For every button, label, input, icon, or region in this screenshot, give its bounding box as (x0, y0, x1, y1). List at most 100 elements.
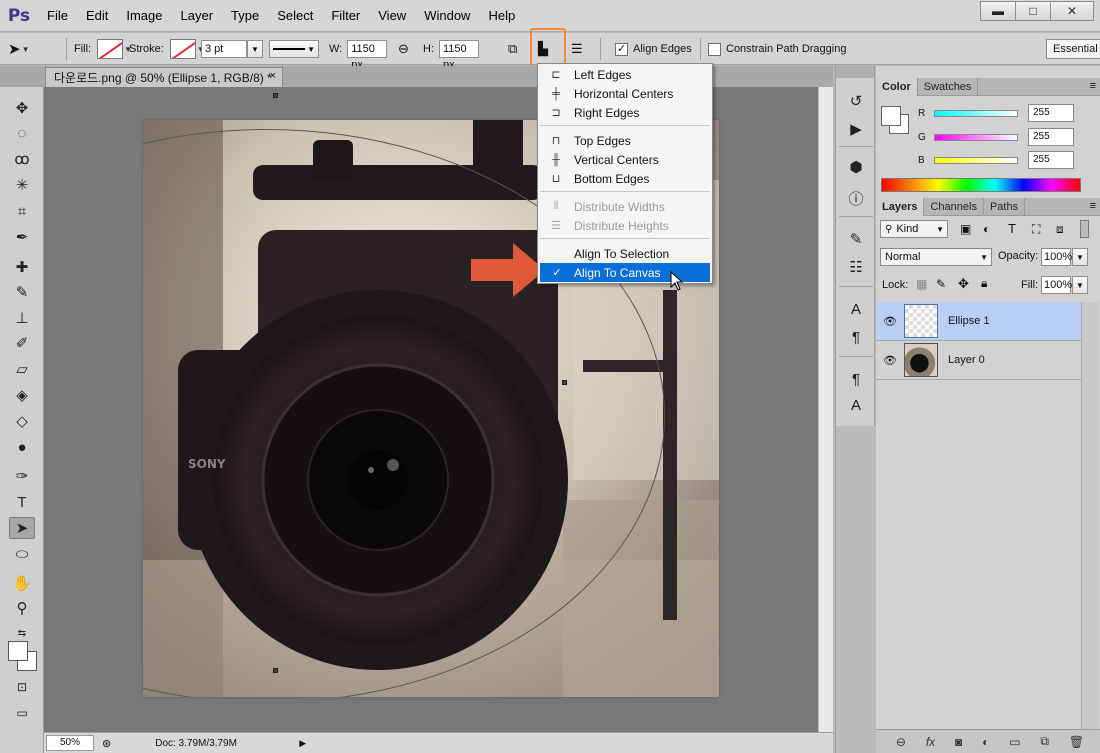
menu-item-vertical-centers[interactable]: ╫ Vertical Centers (538, 150, 712, 169)
menu-item-left-edges[interactable]: ⊏ Left Edges (538, 65, 712, 84)
red-slider[interactable] (934, 109, 1018, 117)
new-layer-icon[interactable]: ⧉ (1040, 734, 1049, 749)
link-layers-icon[interactable]: ⊖ (896, 735, 906, 749)
hand-tool-icon[interactable]: ✋ (9, 572, 35, 594)
blue-slider[interactable] (934, 156, 1018, 164)
add-mask-icon[interactable]: ◙ (955, 735, 962, 749)
link-icon[interactable]: ⊖ (398, 41, 409, 57)
healing-brush-tool-icon[interactable]: ✚ (9, 256, 35, 278)
layer-style-icon[interactable]: fx (926, 735, 935, 749)
fill-swatch[interactable] (97, 39, 124, 59)
menu-edit[interactable]: Edit (77, 0, 117, 32)
layer-row-layer-0[interactable]: 👁︎ Layer 0 (876, 341, 1081, 380)
filter-pixel-icon[interactable]: ▣ (960, 222, 971, 236)
layer-name[interactable]: Ellipse 1 (948, 315, 990, 327)
close-button[interactable]: ✕ (1050, 1, 1094, 21)
menu-layer[interactable]: Layer (172, 0, 223, 32)
pen-tool-icon[interactable]: ✑ (9, 465, 35, 487)
menu-file[interactable]: File (38, 0, 77, 32)
actions-panel-icon[interactable]: ▶ (844, 118, 868, 140)
quick-mask-icon[interactable]: ⊡ (9, 676, 35, 698)
fill-field[interactable]: 100% (1041, 276, 1072, 294)
type-tool-icon[interactable]: T (9, 491, 35, 513)
fill-dropdown[interactable]: ▼ (1072, 276, 1088, 294)
red-value-field[interactable]: 255 (1028, 104, 1074, 122)
path-operations-icon[interactable]: ⧉ (508, 41, 517, 57)
foreground-color-swatch[interactable] (8, 641, 28, 661)
filter-adjustment-icon[interactable]: ◐ (983, 222, 990, 236)
minimize-button[interactable]: ▬ (980, 1, 1016, 21)
brush-presets-panel-icon[interactable]: ✎ (844, 228, 868, 250)
color-spectrum-ramp[interactable] (881, 178, 1081, 192)
green-value-field[interactable]: 255 (1028, 128, 1074, 146)
menu-window[interactable]: Window (415, 0, 479, 32)
paint-bucket-tool-icon[interactable]: ◈ (9, 384, 35, 406)
delete-layer-icon[interactable]: 🗑︎ (1069, 735, 1084, 749)
constrain-path-checkbox[interactable] (708, 42, 721, 56)
menu-item-align-to-selection[interactable]: Align To Selection (538, 244, 712, 263)
filter-shape-icon[interactable]: ⛶ (1032, 222, 1040, 237)
panel-menu-icon[interactable]: ≡ (1090, 200, 1096, 212)
layer-filter-kind-dropdown[interactable]: ⚲ Kind ▼ (880, 220, 948, 238)
stroke-swatch[interactable] (169, 39, 196, 59)
menu-filter[interactable]: Filter (322, 0, 369, 32)
status-info-icon[interactable]: ⊛ (102, 737, 111, 750)
filter-toggle-icon[interactable] (1080, 220, 1089, 238)
opacity-field[interactable]: 100% (1041, 248, 1072, 266)
menu-item-top-edges[interactable]: ⊓ Top Edges (538, 131, 712, 150)
path-anchor-point[interactable] (562, 380, 567, 385)
new-group-icon[interactable]: ▭ (1009, 735, 1020, 749)
layer-row-ellipse-1[interactable]: 👁︎ Ellipse 1 (876, 302, 1081, 341)
height-field[interactable]: 1150 px (439, 40, 479, 71)
ellipse-tool-icon[interactable]: ⬭ (9, 543, 35, 565)
close-tab-icon[interactable]: × (270, 70, 276, 82)
workspace-switcher[interactable]: Essential (1046, 39, 1100, 59)
stroke-width-field[interactable]: 3 pt (201, 40, 247, 58)
path-alignment-button-highlight[interactable] (530, 28, 566, 68)
path-arrangement-icon[interactable]: ☰ (571, 41, 583, 57)
adjustments-panel-icon[interactable]: ☷ (844, 256, 868, 278)
menu-help[interactable]: Help (479, 0, 524, 32)
elliptical-marquee-tool-icon[interactable]: ◌ (9, 122, 35, 144)
zoom-level-field[interactable]: 50% (46, 735, 94, 751)
tool-preset-picker[interactable]: ➤ ▼ (8, 33, 31, 65)
screen-mode-icon[interactable]: ▭ (9, 702, 35, 724)
menu-item-align-to-canvas[interactable]: ✓ Align To Canvas (540, 263, 710, 282)
crop-tool-icon[interactable]: ⌗ (9, 200, 35, 222)
document-tab[interactable]: 다운로드.png @ 50% (Ellipse 1, RGB/8) * × (45, 67, 283, 87)
stroke-width-dropdown[interactable]: ▼ (247, 40, 263, 58)
width-field[interactable]: 1150 px (347, 40, 388, 71)
layer-name[interactable]: Layer 0 (948, 354, 985, 366)
menu-item-right-edges[interactable]: ⊐ Right Edges (538, 103, 712, 122)
lock-image-icon[interactable]: ✎ (936, 277, 946, 291)
path-selection-tool-icon[interactable]: ➤ (9, 517, 35, 539)
tab-layers[interactable]: Layers (876, 198, 925, 216)
filter-smart-object-icon[interactable]: ⧈ (1056, 222, 1064, 237)
path-anchor-point[interactable] (273, 668, 278, 673)
panel-menu-icon[interactable]: ≡ (1090, 80, 1096, 92)
lock-all-icon[interactable]: 🔒︎ (981, 276, 987, 291)
clone-stamp-tool-icon[interactable]: ⊥ (9, 307, 35, 329)
tab-paths[interactable]: Paths (984, 198, 1026, 216)
tab-swatches[interactable]: Swatches (918, 78, 979, 96)
tab-color[interactable]: Color (876, 78, 918, 96)
blur-tool-icon[interactable]: ◇ (9, 410, 35, 432)
eyedropper-tool-icon[interactable]: ✒ (9, 226, 35, 248)
tab-channels[interactable]: Channels (924, 198, 984, 216)
history-panel-icon[interactable]: ↺ (844, 90, 868, 112)
dock-collapse-icon[interactable] (836, 66, 874, 78)
green-slider[interactable] (934, 133, 1018, 141)
status-menu-arrow-icon[interactable]: ▶ (299, 738, 306, 749)
visibility-eye-icon[interactable]: 👁︎ (876, 315, 904, 328)
canvas-area[interactable]: SONY (44, 87, 833, 732)
new-adjustment-layer-icon[interactable]: ◐ (982, 735, 989, 749)
lock-position-icon[interactable]: ✥ (958, 276, 969, 292)
menu-image[interactable]: Image (117, 0, 171, 32)
stroke-type-dropdown[interactable]: ▼ (269, 40, 319, 58)
menu-type[interactable]: Type (222, 0, 268, 32)
character-styles-panel-icon[interactable]: A (844, 394, 868, 416)
eraser-tool-icon[interactable]: ▱ (9, 358, 35, 380)
paragraph-styles-panel-icon[interactable]: ¶ (844, 368, 868, 390)
menu-item-bottom-edges[interactable]: ⊔ Bottom Edges (538, 169, 712, 188)
menu-select[interactable]: Select (268, 0, 322, 32)
